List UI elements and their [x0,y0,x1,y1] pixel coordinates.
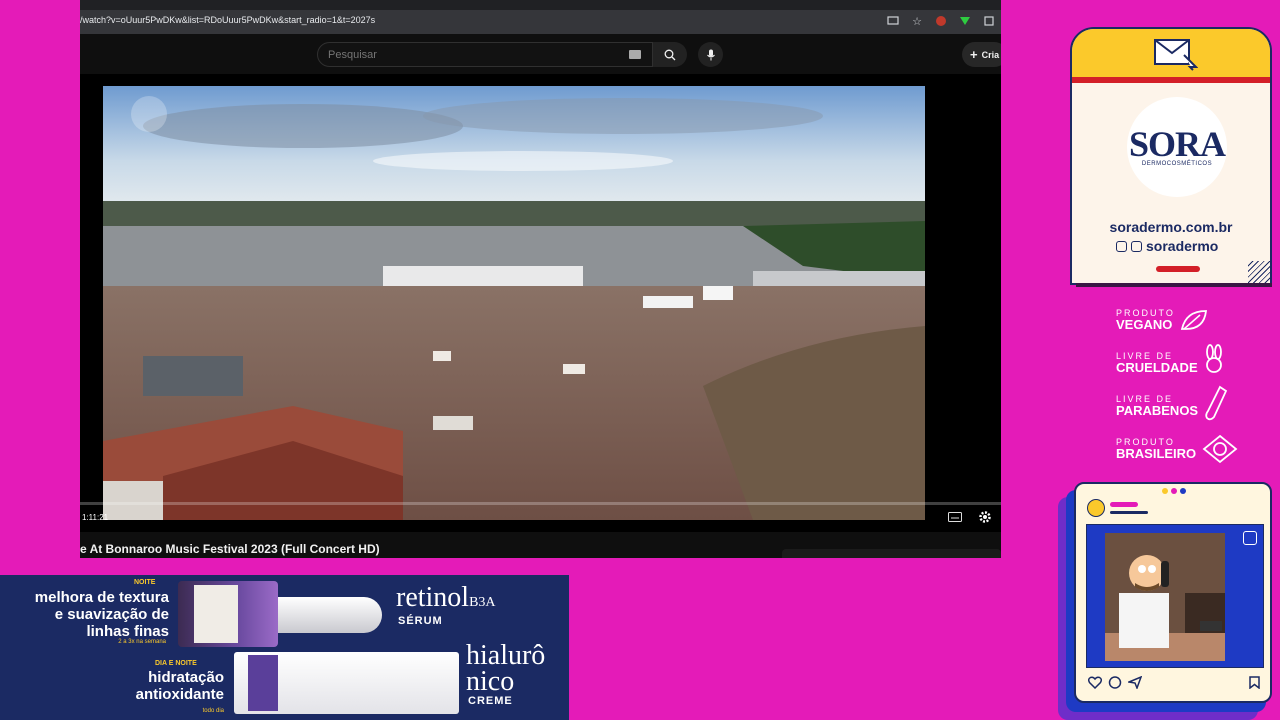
username-placeholder [1110,502,1138,507]
product-1-name: retinolB3A [396,582,496,613]
sora-logo: SORA DERMOCOSMÉTICOS [1127,97,1227,197]
address-bar-icons: ☆ [885,13,997,29]
ad-usage-note: 2 a 3x na semana [118,639,166,645]
instagram-icon [1116,240,1127,252]
social-handle: soradermo [1146,238,1219,254]
create-button[interactable]: + Cria [962,42,1001,67]
sidebar-panel-edge [782,549,1001,558]
microphone-icon [706,49,715,60]
current-time: 1:11:21 [82,513,109,522]
tab-strip [80,0,1001,10]
badge-big-text: BRASILEIRO [1116,446,1197,461]
ad-tag-night: NOITE [134,579,156,586]
ad-tag-day-night: DIA E NOITE [155,660,197,667]
badge-big-text: CRUELDADE [1116,360,1198,375]
ad-benefit-line: antioxidante [135,686,224,703]
serum-bottle-image [178,581,278,647]
avatar [1087,499,1105,517]
comment-icon [1108,676,1122,694]
facebook-icon [1131,240,1142,252]
video-frame[interactable] [103,86,925,520]
card-shadow [1076,283,1272,287]
card-header-stripe [1072,77,1270,83]
bookmark-icon [1249,676,1260,694]
player-controls [947,510,993,524]
ad-benefit-line: linhas finas [86,623,169,640]
festival-aerial-image [103,86,925,520]
address-bar[interactable]: /watch?v=oUuur5PwDKw&list=RDoUuur5PwDKw&… [80,10,1001,34]
cream-tube-cap [248,655,278,711]
post-image [1086,524,1264,668]
product-ad-banner: NOITE melhora de textura e suavização de… [0,575,569,720]
video-player[interactable]: 1:11:21 [80,74,1001,532]
puzzle-icon[interactable] [981,13,997,29]
search-box[interactable] [317,42,653,67]
social-post-card [1074,482,1272,703]
badge-big-text: VEGANO [1116,317,1173,332]
extension-badge-icon[interactable] [933,13,949,29]
plus-icon: + [970,47,978,62]
post-actions [1087,675,1260,694]
envelope-icon [1154,39,1198,71]
window-dots [1162,488,1186,494]
subtitles-icon[interactable] [947,510,963,524]
star-icon[interactable]: ☆ [909,13,925,29]
badge-vegan: PRODUTO VEGANO [1116,309,1208,332]
browser-window: /watch?v=oUuur5PwDKw&list=RDoUuur5PwDKw&… [80,0,1001,558]
sora-brand-card: SORA DERMOCOSMÉTICOS soradermo.com.br so… [1070,27,1272,285]
create-label: Cria [981,49,1000,60]
copy-icon [1243,531,1257,545]
share-icon [1126,675,1143,694]
cast-icon[interactable] [885,13,901,29]
gear-icon[interactable] [977,510,993,524]
search-input[interactable] [318,43,608,66]
brand-social: soradermo [1116,238,1218,254]
brand-website: soradermo.com.br [1109,219,1233,235]
cartoon-image [1105,533,1225,661]
product-2-name: hialurô nico [466,640,546,697]
ad-benefit-line: hidratação [148,669,224,686]
heart-icon [1087,676,1103,694]
brazil-flag-icon [1202,434,1238,464]
youtube-header: + Cria [80,34,1001,74]
url-text[interactable]: /watch?v=oUuur5PwDKw&list=RDoUuur5PwDKw&… [80,15,375,25]
brand-subtitle: DERMOCOSMÉTICOS [1141,161,1213,167]
badge-paraben-free: LIVRE DE PARABENOS [1116,385,1228,421]
ad-benefit-line: e suavização de [54,606,169,623]
search-icon [664,49,676,60]
card-pill [1156,266,1200,272]
leaf-icon [1180,310,1208,330]
ad-benefit-1: melhora de textura e suavização de linha… [35,589,169,640]
badge-cruelty-free: LIVRE DE CRUELDADE [1116,344,1222,375]
product-2-type: CREME [468,695,513,707]
card-corner-stripes [1248,261,1270,283]
video-title[interactable]: e At Bonnaroo Music Festival 2023 (Full … [80,542,380,556]
product-1-type: SÉRUM [398,615,443,627]
keyboard-icon[interactable] [629,50,641,59]
caption-placeholder [1110,511,1148,514]
bunny-icon [1206,344,1222,373]
ad-benefit-line: melhora de textura [34,589,169,606]
badge-big-text: PARABENOS [1116,403,1199,418]
dropper-image [278,597,382,633]
ad-benefit-2: hidratação antioxidante [136,669,224,703]
vpn-extension-icon[interactable] [957,13,973,29]
badge-brazilian: PRODUTO BRASILEIRO [1116,434,1238,464]
test-tube-icon [1205,385,1228,421]
brand-name: SORA [1128,124,1226,164]
ad-usage-note: todo dia [202,708,224,714]
search-button[interactable] [653,42,687,67]
progress-bar[interactable] [80,502,1001,505]
voice-search-button[interactable] [698,42,723,67]
